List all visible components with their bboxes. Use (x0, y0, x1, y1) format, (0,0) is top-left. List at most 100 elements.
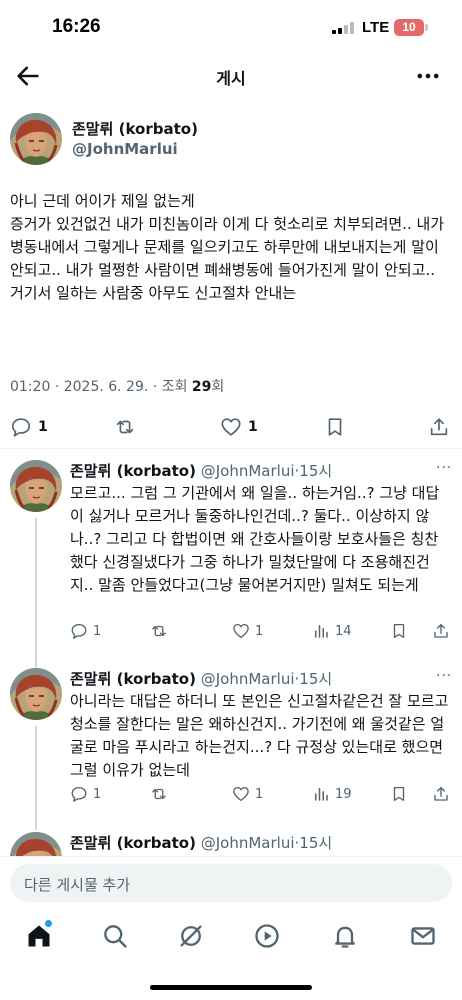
more-icon (417, 73, 439, 79)
nav-grok[interactable] (177, 922, 205, 950)
author-handle[interactable]: @JohnMarlui (72, 140, 178, 158)
compose-placeholder: 다른 게시물 추가 (24, 876, 131, 894)
avatar[interactable] (10, 113, 62, 165)
reply-actions: 1 1 19 (70, 785, 450, 809)
repost-icon (116, 420, 134, 434)
reply-count: 1 (93, 623, 102, 639)
bookmark-button[interactable] (390, 785, 408, 803)
reply-actions: 1 1 14 (70, 622, 450, 646)
notification-dot (45, 920, 52, 927)
share-button[interactable] (432, 622, 450, 640)
author-name[interactable]: 존말뤼 (korbato) (70, 834, 196, 852)
repost-button[interactable] (150, 785, 168, 803)
avatar[interactable] (10, 460, 62, 512)
reply-time: 15시 (299, 462, 333, 480)
home-indicator (150, 985, 312, 990)
reply-button[interactable]: 1 (10, 416, 48, 438)
views-suffix: 회 (211, 379, 225, 395)
top-bar: 게시 (0, 56, 462, 96)
heart-icon (221, 418, 241, 436)
reply-icon (11, 418, 31, 437)
reply-count: 1 (93, 786, 102, 802)
post-date: 2025. 6. 29. (63, 379, 149, 395)
play-icon (255, 924, 279, 948)
author-name[interactable]: 존말뤼 (korbato) (72, 118, 198, 139)
nav-video[interactable] (253, 922, 281, 950)
nav-messages[interactable] (409, 922, 437, 950)
reply-time: 15시 (299, 670, 333, 688)
bookmark-icon (393, 786, 405, 802)
reply-button[interactable]: 1 (70, 622, 101, 640)
reply-header: 존말뤼 (korbato) @JohnMarlui·15시 (70, 834, 333, 852)
views-label: 조회 (161, 379, 188, 395)
compose-input[interactable]: 다른 게시물 추가 (10, 864, 452, 902)
reply-text: 아니라는 대답은 하더니 또 본인은 신고절차같은건 잘 모르고 청소를 잘한다… (70, 692, 454, 779)
bottom-nav (0, 914, 462, 964)
post-actions: 1 1 (0, 414, 462, 442)
more-icon[interactable]: ··· (436, 668, 452, 684)
like-button[interactable]: 1 (220, 416, 258, 438)
nav-notifications[interactable] (331, 922, 359, 950)
thread-line (35, 726, 37, 830)
battery-cap (425, 24, 428, 31)
mail-icon (411, 927, 435, 945)
views-count: 29 (191, 379, 212, 395)
reply-button[interactable]: 1 (70, 785, 101, 803)
bell-icon (335, 926, 355, 948)
more-options-button[interactable] (414, 62, 442, 90)
nav-search[interactable] (101, 922, 129, 950)
reply-text: 모르고... 그럼 그 기관에서 왜 일을.. 하는거임..? 그냥 대답이 싫… (70, 484, 440, 594)
avatar[interactable] (10, 832, 62, 856)
nav-home[interactable] (25, 920, 53, 950)
divider (0, 856, 462, 857)
post-text: 아니 근데 어이가 제일 없는게 증거가 있건없건 내가 미친놈이라 이게 다 … (10, 192, 445, 302)
share-icon (430, 418, 448, 436)
reply-count: 1 (38, 419, 48, 435)
battery-icon: 10 (394, 19, 424, 36)
network-label: LTE (362, 19, 390, 36)
thread-line (35, 518, 37, 668)
repost-icon (152, 788, 166, 800)
bookmark-icon (393, 623, 405, 639)
repost-button[interactable] (150, 622, 168, 640)
author-handle[interactable]: @JohnMarlui (201, 834, 295, 852)
like-button[interactable]: 1 (232, 622, 263, 640)
share-icon (434, 786, 448, 801)
chart-icon (315, 788, 328, 801)
share-icon (434, 623, 448, 638)
avatar[interactable] (10, 668, 62, 720)
status-time: 16:26 (52, 16, 101, 37)
page-title: 게시 (216, 69, 246, 88)
more-icon[interactable]: ··· (436, 460, 452, 476)
grok-icon (180, 925, 202, 947)
signal-icon (332, 22, 356, 34)
share-button[interactable] (432, 785, 450, 803)
reply-item[interactable]: 존말뤼 (korbato) @JohnMarlui·15시 (0, 832, 462, 856)
reply-header: 존말뤼 (korbato) @JohnMarlui·15시 (70, 670, 333, 688)
repost-button[interactable] (114, 416, 136, 438)
divider (0, 448, 462, 449)
views-count: 14 (335, 623, 352, 639)
views-button[interactable]: 19 (312, 785, 352, 803)
like-count: 1 (255, 623, 264, 639)
bookmark-icon (328, 418, 342, 436)
reply-icon (71, 623, 87, 639)
views-button[interactable]: 14 (312, 622, 352, 640)
heart-icon (233, 623, 249, 639)
author-name[interactable]: 존말뤼 (korbato) (70, 670, 196, 688)
author-name[interactable]: 존말뤼 (korbato) (70, 462, 196, 480)
like-count: 1 (255, 786, 264, 802)
post-time: 01:20 (10, 379, 51, 395)
author-handle[interactable]: @JohnMarlui (201, 462, 295, 480)
post-meta: 01:20 · 2025. 6. 29. · 조회 29회 (10, 379, 225, 395)
share-button[interactable] (428, 416, 450, 438)
repost-icon (152, 625, 166, 637)
bookmark-button[interactable] (390, 622, 408, 640)
views-count: 19 (335, 786, 352, 802)
reply-icon (71, 786, 87, 802)
like-button[interactable]: 1 (232, 785, 263, 803)
author-handle[interactable]: @JohnMarlui (201, 670, 295, 688)
search-icon (104, 925, 127, 948)
bookmark-button[interactable] (324, 416, 346, 438)
chart-icon (315, 625, 328, 638)
